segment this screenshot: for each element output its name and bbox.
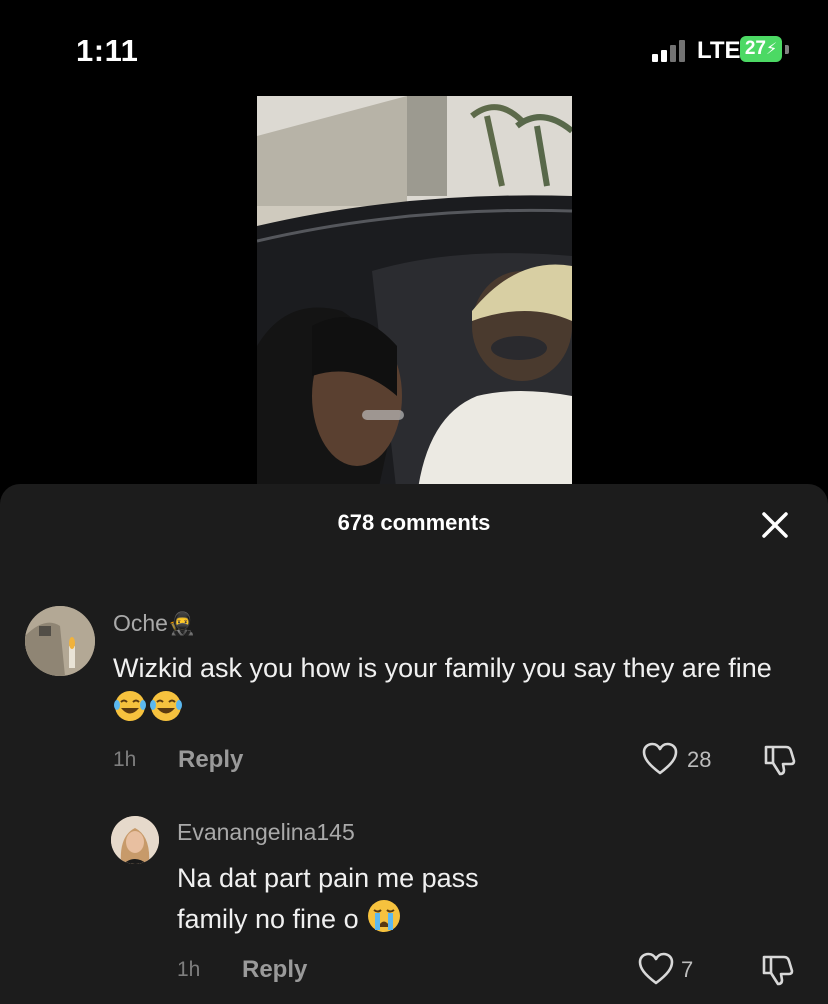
crying-emoji: [368, 900, 401, 932]
comment-time: 1h: [177, 958, 201, 981]
comment-username[interactable]: Oche🥷: [113, 610, 195, 637]
heart-icon: [638, 952, 674, 985]
thumbs-down-icon: [764, 745, 796, 776]
video-preview[interactable]: [257, 96, 572, 496]
comment-text: Na dat part pain me pass family no fine …: [177, 858, 537, 939]
status-time: 1:11: [76, 33, 139, 68]
battery-icon: 27⚡: [740, 36, 790, 64]
comment-username[interactable]: Evanangelina145: [177, 819, 355, 846]
avatar[interactable]: [111, 816, 159, 864]
comments-sheet: 678 comments Oche🥷 Wizkid ask you how is…: [0, 484, 828, 1004]
signal-icon: [652, 40, 688, 62]
heart-icon: [642, 742, 678, 775]
like-count: 7: [681, 957, 694, 982]
like-count: 28: [687, 747, 712, 772]
battery-level: 27: [744, 38, 766, 59]
thumbs-down-icon: [762, 955, 794, 986]
video-frame-image: [257, 96, 572, 496]
close-button[interactable]: [758, 508, 792, 542]
like-button[interactable]: [638, 952, 674, 986]
reply-button[interactable]: Reply: [178, 746, 243, 774]
username-text: Oche: [113, 610, 168, 636]
like-button[interactable]: [642, 742, 678, 776]
comment-text: Wizkid ask you how is your family you sa…: [113, 648, 803, 728]
comments-count-title: 678 comments: [337, 510, 491, 535]
ninja-emoji: 🥷: [167, 611, 196, 636]
comment-body: Na dat part pain me pass family no fine …: [177, 863, 479, 934]
dislike-button[interactable]: [762, 742, 798, 778]
network-type: LTE: [697, 37, 741, 64]
status-bar: 1:11 LTE 27⚡: [0, 0, 828, 96]
close-icon: [762, 512, 788, 538]
reply-button[interactable]: Reply: [242, 956, 307, 984]
comment-time: 1h: [113, 748, 137, 771]
laughing-tears-emoji: [114, 691, 182, 721]
avatar[interactable]: [25, 606, 95, 676]
dislike-button[interactable]: [760, 952, 796, 988]
comment-body: Wizkid ask you how is your family you sa…: [113, 653, 772, 683]
